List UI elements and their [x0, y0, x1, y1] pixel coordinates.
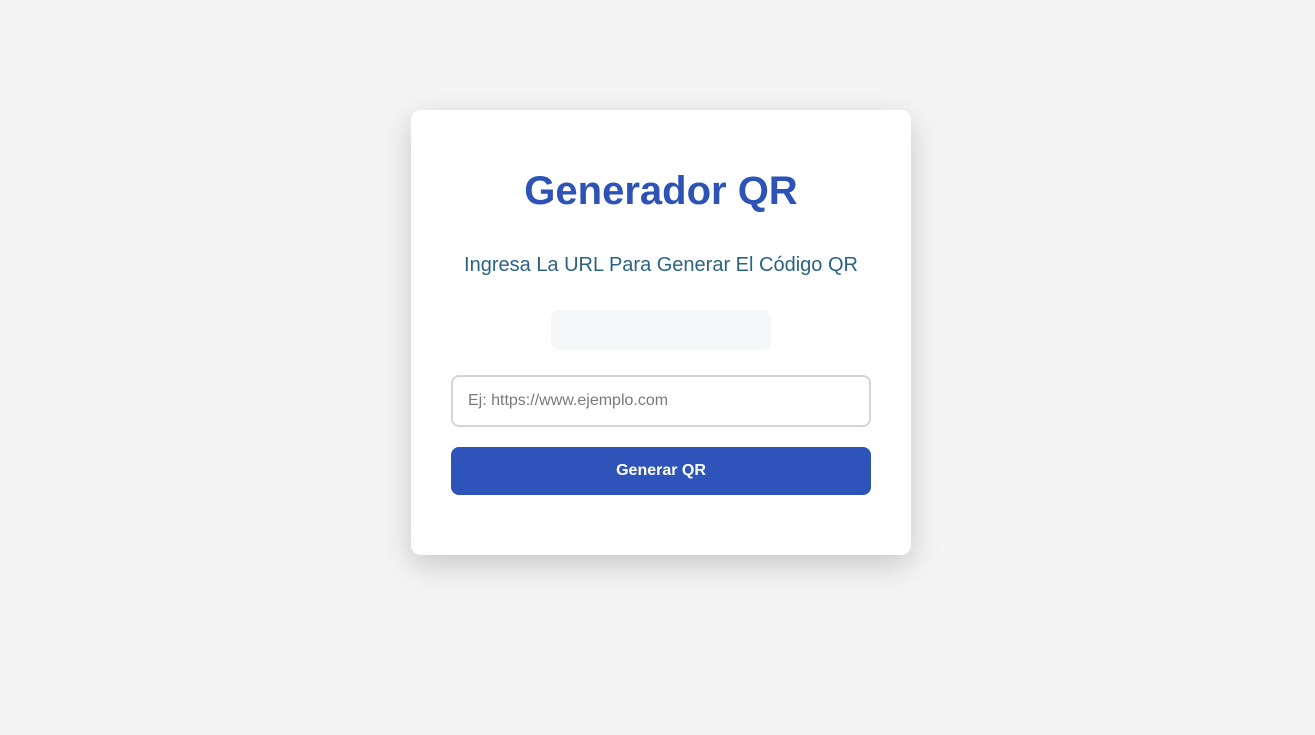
page-title: Generador QR — [524, 169, 798, 213]
generate-qr-button[interactable]: Generar QR — [451, 447, 871, 495]
qr-generator-card: Generador QR Ingresa La URL Para Generar… — [411, 110, 911, 555]
url-input[interactable] — [451, 375, 871, 427]
qr-code-container — [551, 310, 771, 350]
instructions-text: Ingresa La URL Para Generar El Código QR — [464, 254, 858, 276]
